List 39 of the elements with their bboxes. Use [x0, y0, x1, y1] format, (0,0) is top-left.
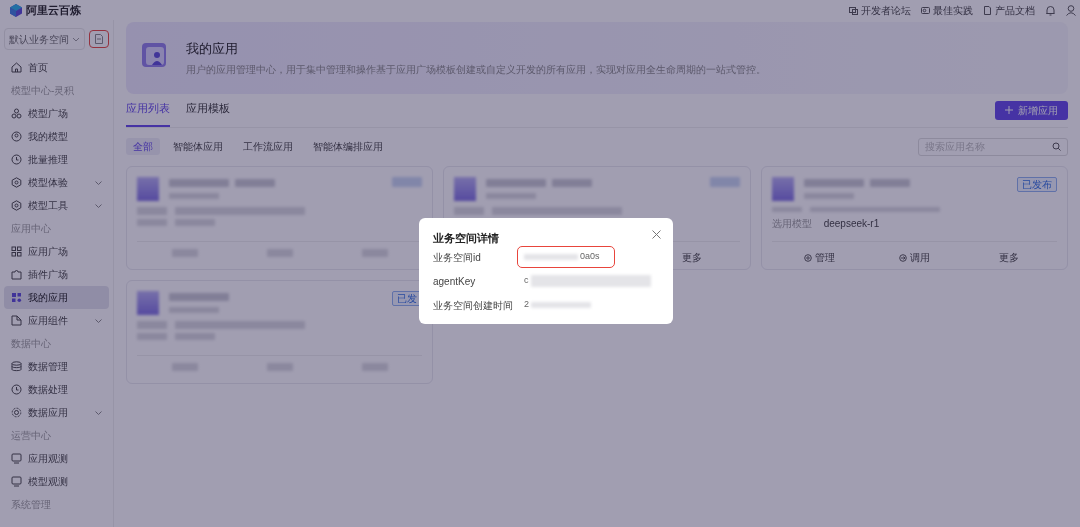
- card-action-button[interactable]: 管理: [803, 248, 835, 267]
- filter-tab[interactable]: 智能体编排应用: [306, 138, 390, 155]
- sidebar-item[interactable]: 数据管理: [4, 355, 109, 378]
- sidebar-item[interactable]: 数据处理: [4, 378, 109, 401]
- field-value: 0a0s: [580, 250, 600, 264]
- sidebar-item[interactable]: 批量推理: [4, 148, 109, 171]
- filter-tab[interactable]: 全部: [126, 138, 160, 155]
- sidebar-item[interactable]: 数据应用: [4, 401, 109, 424]
- tab[interactable]: 应用列表: [126, 100, 170, 127]
- field-label: agentKey: [433, 274, 477, 289]
- sidebar-item[interactable]: 模型工具: [4, 194, 109, 217]
- sidebar-item[interactable]: 我的模型: [4, 125, 109, 148]
- header-link[interactable]: 最佳实践: [921, 2, 973, 18]
- field-label: 业务空间创建时间: [433, 298, 514, 313]
- sidebar-item[interactable]: 插件广场: [4, 263, 109, 286]
- header-link[interactable]: 开发者论坛: [849, 2, 911, 18]
- sidebar-item[interactable]: 应用组件: [4, 309, 109, 332]
- card-action-button[interactable]: 调用: [898, 248, 930, 267]
- sidebar-item[interactable]: 模型体验: [4, 171, 109, 194]
- filter-tab[interactable]: 工作流应用: [236, 138, 300, 155]
- card-action-button[interactable]: 更多: [682, 248, 703, 267]
- card-action-button[interactable]: 更多: [999, 248, 1020, 267]
- field-value: c: [524, 274, 529, 288]
- page-title: 我的应用: [186, 39, 239, 58]
- field-value: 2: [524, 298, 529, 312]
- sidebar-item[interactable]: 模型观测: [4, 470, 109, 493]
- status-badge: 已发布: [1017, 176, 1057, 192]
- sidebar-item[interactable]: 应用观测: [4, 447, 109, 470]
- header-link[interactable]: 产品文档: [983, 2, 1035, 18]
- filter-tab[interactable]: 智能体应用: [166, 138, 230, 155]
- sidebar-item[interactable]: 我的应用: [4, 286, 109, 309]
- tab[interactable]: 应用模板: [186, 100, 230, 127]
- new-app-button[interactable]: 新增应用: [995, 100, 1068, 120]
- workspace-select[interactable]: 默认业务空间: [4, 28, 85, 50]
- field-value: deepseek-r1: [823, 216, 880, 231]
- logo-text: 阿里云百炼: [26, 2, 81, 18]
- sidebar-item[interactable]: 应用广场: [4, 240, 109, 263]
- sidebar-item[interactable]: 模型广场: [4, 102, 109, 125]
- sidebar-item[interactable]: 首页: [4, 56, 109, 79]
